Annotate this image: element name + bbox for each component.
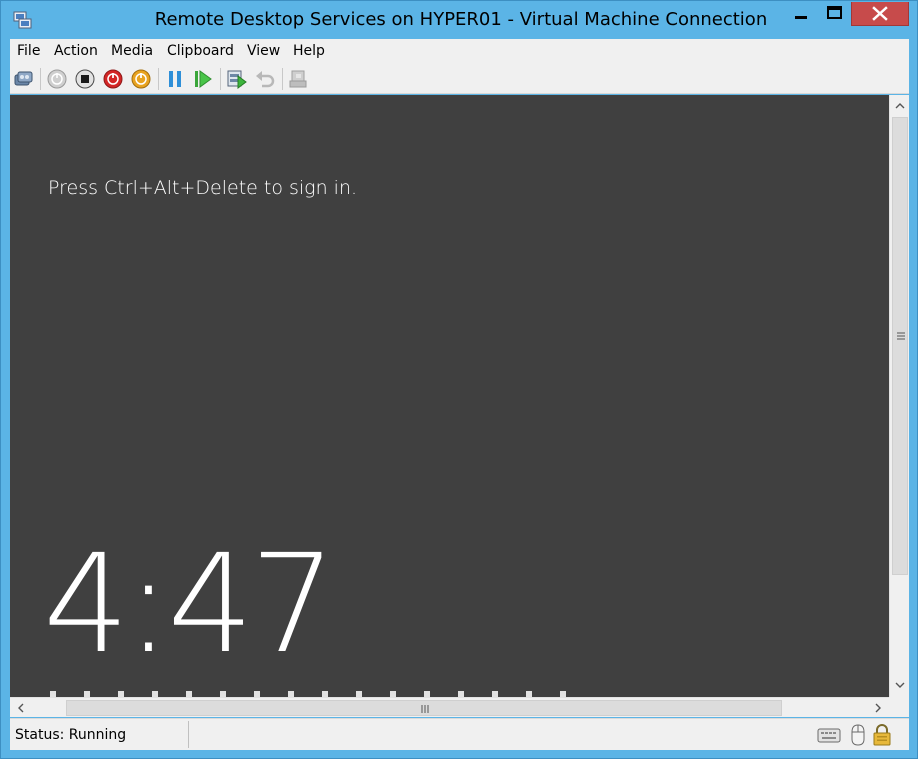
turn-off-icon xyxy=(75,69,95,89)
window-title: Remote Desktop Services on HYPER01 - Vir… xyxy=(154,9,768,30)
status-text: Status: Running xyxy=(15,727,127,743)
sign-in-prompt: Press Ctrl+Alt+Delete to sign in. xyxy=(48,177,358,199)
chevron-up-icon xyxy=(895,103,905,109)
ctrl-alt-del-button[interactable] xyxy=(13,68,35,90)
checkpoint-button[interactable] xyxy=(226,68,248,90)
ctrl-alt-del-icon xyxy=(14,71,33,86)
mouse-icon xyxy=(846,723,870,747)
turn-off-button[interactable] xyxy=(74,68,96,90)
start-icon xyxy=(47,69,67,89)
shutdown-button[interactable] xyxy=(102,68,124,90)
save-button[interactable] xyxy=(130,68,152,90)
lock-screen-clock: 4:47 xyxy=(43,526,336,684)
menu-media[interactable]: Media xyxy=(111,43,153,59)
close-button[interactable] xyxy=(851,2,909,26)
maximize-button[interactable] xyxy=(818,2,851,26)
menu-file[interactable]: File xyxy=(17,43,40,59)
menu-action[interactable]: Action xyxy=(54,43,98,59)
enhanced-session-button[interactable] xyxy=(288,68,310,90)
toolbar-separator xyxy=(158,68,159,90)
start-button[interactable] xyxy=(46,68,68,90)
grip-icon xyxy=(421,705,429,713)
status-divider xyxy=(188,721,189,748)
menu-clipboard[interactable]: Clipboard xyxy=(167,43,234,59)
chevron-left-icon xyxy=(18,703,24,713)
toolbar-separator xyxy=(220,68,221,90)
grip-icon xyxy=(897,332,905,340)
chevron-down-icon xyxy=(895,682,905,688)
revert-icon xyxy=(256,71,275,88)
keyboard-icon xyxy=(817,723,841,747)
toolbar-separator xyxy=(282,68,283,90)
menu-view[interactable]: View xyxy=(247,43,280,59)
scroll-down-button[interactable] xyxy=(890,675,910,695)
checkpoint-icon xyxy=(227,70,247,89)
scroll-up-button[interactable] xyxy=(890,96,910,116)
scroll-left-button[interactable] xyxy=(11,698,31,718)
enhanced-session-icon xyxy=(289,70,307,88)
vm-display[interactable]: Press Ctrl+Alt+Delete to sign in. 4:47 xyxy=(10,95,889,697)
pause-icon xyxy=(169,71,181,87)
horizontal-scrollbar[interactable] xyxy=(10,697,889,717)
minimize-button[interactable] xyxy=(785,2,818,26)
minimize-icon xyxy=(795,16,807,19)
vertical-scrollbar[interactable] xyxy=(889,95,909,697)
toolbar-separator xyxy=(40,68,41,90)
title-bar[interactable]: Remote Desktop Services on HYPER01 - Vir… xyxy=(1,1,917,38)
vm-connection-window: Remote Desktop Services on HYPER01 - Vir… xyxy=(0,0,918,759)
resume-button[interactable] xyxy=(192,68,214,90)
revert-button[interactable] xyxy=(254,68,276,90)
pause-button[interactable] xyxy=(164,68,186,90)
maximize-icon xyxy=(827,6,842,19)
close-icon xyxy=(872,6,888,21)
chevron-right-icon xyxy=(875,703,881,713)
status-bar: Status: Running xyxy=(10,718,909,750)
vertical-scroll-thumb[interactable] xyxy=(892,117,908,575)
lock-icon xyxy=(870,723,894,747)
menu-bar: File Action Media Clipboard View Help xyxy=(10,39,909,63)
menu-help[interactable]: Help xyxy=(293,43,325,59)
shutdown-icon xyxy=(103,69,123,89)
resume-icon xyxy=(195,70,212,88)
scrollbar-corner xyxy=(889,697,909,717)
vm-connection-icon[interactable] xyxy=(13,10,33,30)
scroll-right-button[interactable] xyxy=(868,698,888,718)
horizontal-scroll-thumb[interactable] xyxy=(66,700,782,716)
toolbar xyxy=(10,63,909,94)
save-icon xyxy=(131,69,151,89)
